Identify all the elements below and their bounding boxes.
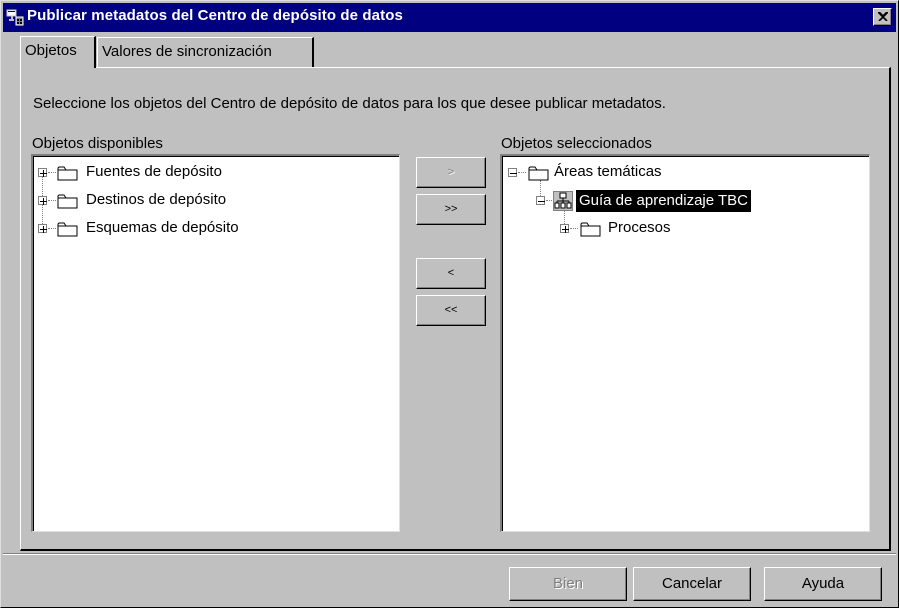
tree-item-esquemas[interactable]: Esquemas de depósito bbox=[33, 218, 393, 240]
add-button[interactable]: > bbox=[416, 157, 486, 188]
instructions-text: Seleccione los objetos del Centro de dep… bbox=[33, 95, 666, 112]
title-bar[interactable]: Publicar metadatos del Centro de depósit… bbox=[3, 3, 896, 32]
selected-objects-tree[interactable]: Áreas temáticas Guía de aprendizaje TBC bbox=[500, 154, 870, 532]
tree-connector bbox=[546, 200, 552, 201]
ok-button[interactable]: Bien bbox=[509, 567, 627, 601]
folder-icon bbox=[57, 164, 79, 182]
tree-item-label: Áreas temáticas bbox=[554, 163, 662, 180]
window-title: Publicar metadatos del Centro de depósit… bbox=[27, 7, 403, 24]
tree-connector bbox=[48, 200, 56, 201]
folder-icon bbox=[528, 164, 550, 182]
tree-item-label: Guía de aprendizaje TBC bbox=[576, 190, 751, 212]
help-button[interactable]: Ayuda bbox=[764, 567, 882, 601]
remove-button[interactable]: < bbox=[416, 258, 486, 289]
remove-all-button[interactable]: << bbox=[416, 295, 486, 326]
add-all-button[interactable]: >> bbox=[416, 194, 486, 225]
tree-connector bbox=[48, 172, 56, 173]
folder-icon bbox=[57, 192, 79, 210]
tree-item-label: Destinos de depósito bbox=[86, 191, 227, 208]
tab-objetos-label: Objetos bbox=[25, 42, 77, 59]
tree-item-label: Procesos bbox=[608, 219, 671, 236]
selected-objects-label: Objetos seleccionados bbox=[501, 135, 652, 152]
tree-item-label: Esquemas de depósito bbox=[86, 219, 239, 236]
folder-icon bbox=[57, 220, 79, 238]
subject-area-icon bbox=[553, 191, 573, 211]
cancel-button-label: Cancelar bbox=[661, 575, 723, 592]
folder-icon bbox=[580, 220, 602, 238]
warehouse-app-icon bbox=[6, 8, 24, 26]
tree-item-label: Fuentes de depósito bbox=[86, 163, 222, 180]
tree-item-destinos[interactable]: Destinos de depósito bbox=[33, 190, 393, 212]
collapse-icon[interactable] bbox=[536, 196, 545, 205]
expand-icon[interactable] bbox=[38, 224, 47, 233]
expand-icon[interactable] bbox=[560, 224, 569, 233]
tree-connector bbox=[518, 172, 526, 173]
tree-item-fuentes[interactable]: Fuentes de depósito bbox=[33, 162, 393, 184]
dialog-window: Publicar metadatos del Centro de depósit… bbox=[0, 0, 899, 608]
tree-item-areas-tematicas[interactable]: Áreas temáticas bbox=[502, 162, 862, 184]
tab-valores-sincronizacion[interactable]: Valores de sincronización bbox=[97, 37, 314, 67]
available-objects-label: Objetos disponibles bbox=[32, 135, 163, 152]
tree-item-procesos[interactable]: Procesos bbox=[502, 218, 862, 240]
tree-item-guia-aprendizaje[interactable]: Guía de aprendizaje TBC bbox=[502, 190, 862, 212]
expand-icon[interactable] bbox=[38, 196, 47, 205]
collapse-icon[interactable] bbox=[508, 168, 517, 177]
ok-button-label: Bien bbox=[552, 575, 584, 592]
tree-connector bbox=[48, 228, 56, 229]
tree-connector bbox=[570, 228, 578, 229]
available-objects-tree[interactable]: Fuentes de depósito Destinos de depósito… bbox=[31, 154, 400, 532]
tab-objetos[interactable]: Objetos bbox=[20, 36, 96, 68]
close-button[interactable] bbox=[873, 8, 892, 26]
help-button-label: Ayuda bbox=[801, 575, 845, 592]
cancel-button[interactable]: Cancelar bbox=[633, 567, 751, 601]
footer-separator bbox=[3, 553, 896, 555]
expand-icon[interactable] bbox=[38, 168, 47, 177]
tab-valores-sincronizacion-label: Valores de sincronización bbox=[102, 43, 272, 60]
